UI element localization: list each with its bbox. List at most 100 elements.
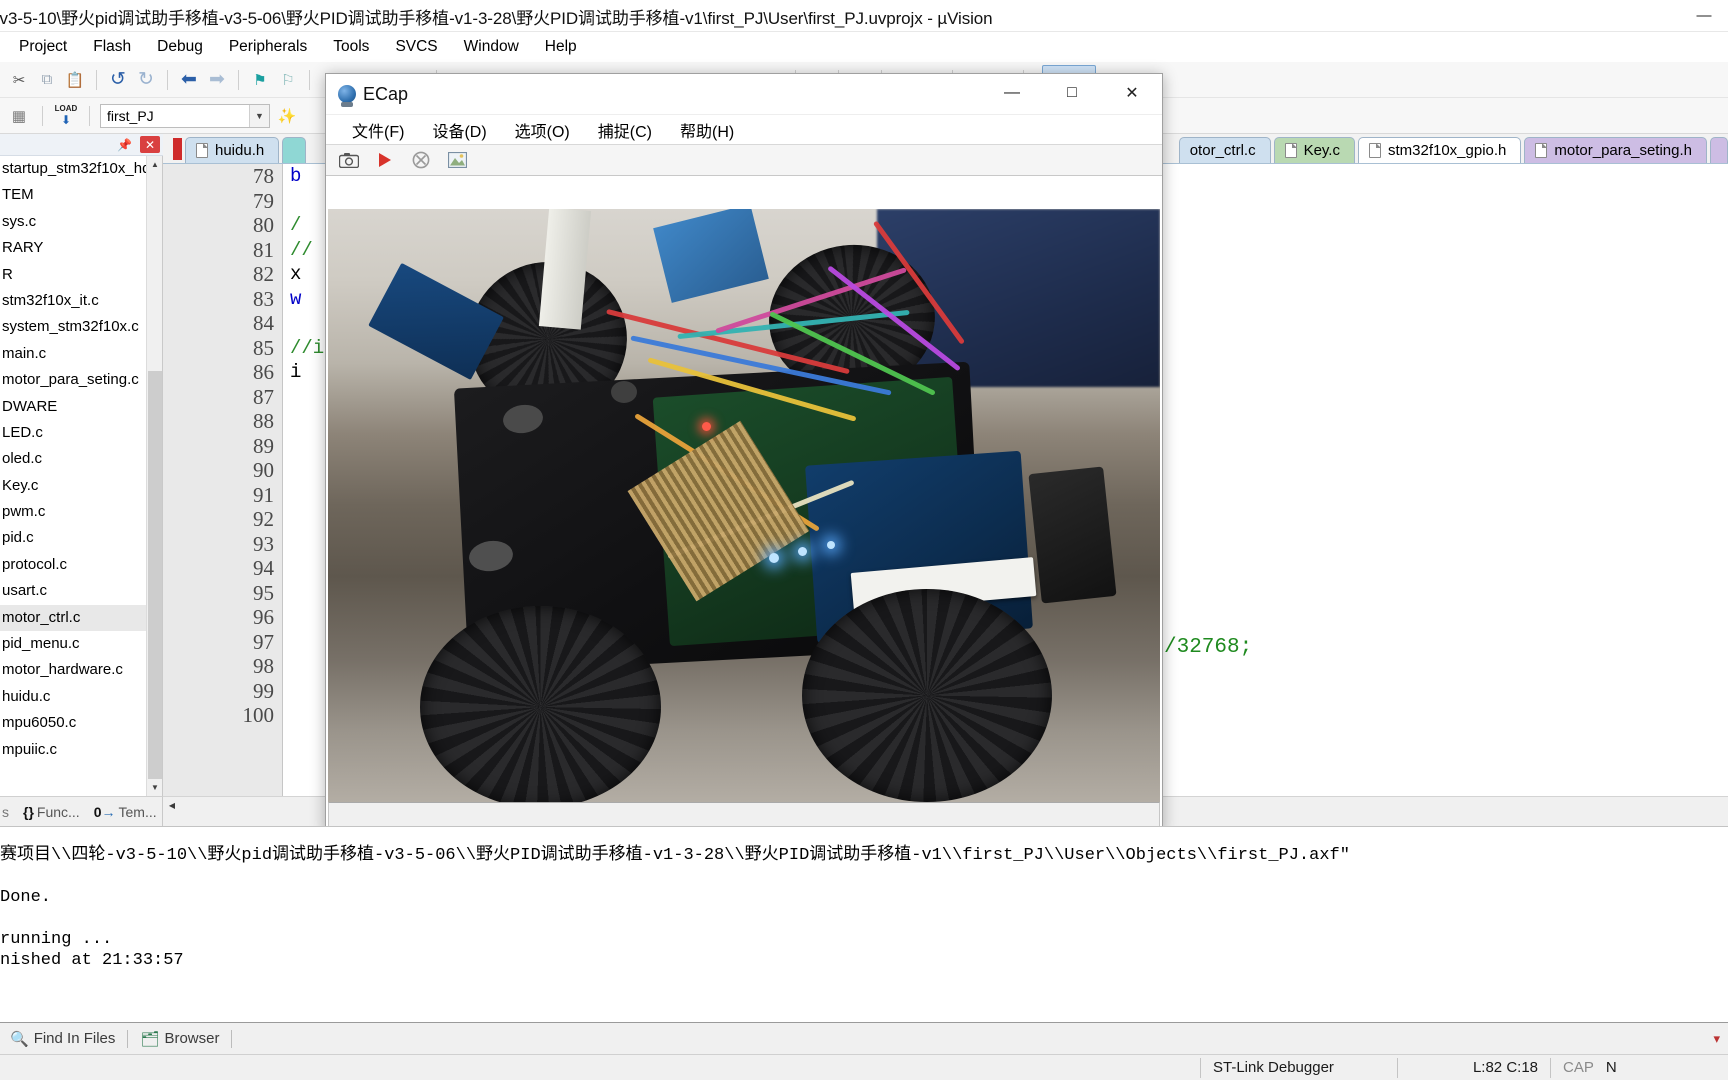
project-tree-item[interactable]: LED.c — [0, 420, 162, 446]
find-in-files-icon: 🔍 — [10, 1030, 29, 1048]
tab-stm32f10x-gpio-h[interactable]: stm32f10x_gpio.h — [1357, 137, 1522, 163]
project-tree-item[interactable]: motor_ctrl.c — [0, 604, 162, 632]
options-for-target-icon[interactable]: ✨ — [274, 103, 300, 129]
tab-motor-ctrl-c[interactable]: otor_ctrl.c — [1178, 137, 1271, 163]
line-number: 99 — [253, 678, 274, 703]
project-tree-item[interactable]: startup_stm32f10x_hd — [0, 156, 162, 182]
line-number: 90 — [253, 458, 274, 482]
tab-motor-para-seting-h[interactable]: motor_para_seting.h — [1524, 137, 1707, 163]
toolbar-separator — [42, 105, 43, 126]
tab-huidu-h[interactable]: huidu.h — [185, 137, 280, 163]
ecap-menu-help[interactable]: 帮助(H) — [666, 118, 748, 142]
scroll-left-arrow-icon[interactable]: ◀ — [163, 797, 181, 814]
project-tree-item[interactable]: usart.c — [0, 578, 162, 604]
menu-tools[interactable]: Tools — [320, 35, 382, 59]
navigate-back-icon[interactable]: ⬅ — [176, 67, 202, 93]
tab-browser[interactable]: 🗂 Browser — [134, 1030, 225, 1048]
build-target-icon[interactable]: ▦ — [6, 103, 32, 129]
redo-icon[interactable]: ↻ — [133, 67, 159, 93]
ecap-menu-capture[interactable]: 捕捉(C) — [584, 118, 666, 142]
ecap-title-label: ECap — [363, 83, 409, 104]
tab-key-c[interactable]: Key.c — [1273, 137, 1355, 163]
cut-icon[interactable]: ✂ — [6, 67, 32, 93]
project-tree-item[interactable]: stm32f10x_it.c — [0, 288, 162, 314]
line-number: 81 — [253, 237, 274, 262]
file-icon — [1368, 143, 1381, 158]
project-tree-item[interactable]: RARY — [0, 235, 162, 261]
snapshot-icon[interactable] — [338, 149, 360, 171]
build-output-pane[interactable]: 赛项目\\四轮-v3-5-10\\野火pid调试助手移植-v3-5-06\\野火… — [0, 826, 1728, 1022]
project-tree-item[interactable]: pid_menu.c — [0, 631, 162, 657]
project-tree-item[interactable]: Key.c — [0, 473, 162, 499]
ecap-window[interactable]: ECap — □ ✕ 文件(F) 设备(D) 选项(O) 捕捉(C) 帮助(H) — [325, 73, 1163, 833]
load-label: LOAD — [54, 104, 78, 113]
project-tree-item[interactable]: TEM — [0, 182, 162, 208]
project-tree-item[interactable]: oled.c — [0, 446, 162, 472]
bookmark-next-icon[interactable]: ⚐ — [275, 67, 301, 93]
project-tree-item[interactable]: R — [0, 262, 162, 288]
line-number: 95 — [253, 580, 274, 605]
stop-icon[interactable] — [410, 149, 432, 171]
project-tree-item[interactable]: mpu6050.c — [0, 710, 162, 736]
ecap-window-controls: — □ ✕ — [982, 74, 1162, 112]
undo-icon[interactable]: ↺ — [105, 67, 131, 93]
menu-flash[interactable]: Flash — [80, 35, 144, 59]
menu-window[interactable]: Window — [451, 35, 532, 59]
project-tree-item[interactable]: motor_hardware.c — [0, 657, 162, 683]
line-number: 87 — [253, 384, 274, 409]
menu-project[interactable]: Project — [6, 35, 80, 59]
file-icon — [1284, 143, 1297, 158]
minimize-button[interactable]: — — [1680, 0, 1728, 30]
bookmark-icon[interactable]: ⚑ — [247, 67, 273, 93]
load-icon[interactable]: LOAD ⬇ — [53, 103, 79, 129]
menu-debug[interactable]: Debug — [144, 35, 216, 59]
ecap-toolbar — [326, 144, 1162, 176]
project-tree-item[interactable]: huidu.c — [0, 684, 162, 710]
close-icon[interactable]: ✕ — [140, 136, 160, 153]
chevron-down-icon[interactable]: ▼ — [249, 104, 269, 127]
project-tree-item[interactable]: motor_para_seting.c — [0, 367, 162, 393]
ecap-maximize-button[interactable]: □ — [1042, 74, 1102, 112]
line-number: 94 — [253, 556, 274, 580]
ecap-menu-options[interactable]: 选项(O) — [501, 118, 584, 142]
ecap-close-button[interactable]: ✕ — [1102, 74, 1162, 112]
project-tree-list: startup_stm32f10x_hd TEM sys.c RARY Rstm32f1… — [0, 156, 162, 763]
scrollbar-thumb[interactable] — [148, 371, 162, 796]
tab-find-in-files[interactable]: 🔍 Find In Files — [4, 1030, 121, 1048]
tab-cyan-file[interactable] — [282, 137, 307, 163]
ecap-menu-file[interactable]: 文件(F) — [338, 118, 418, 142]
project-tree-item[interactable]: main.c — [0, 341, 162, 367]
play-icon[interactable] — [374, 149, 396, 171]
tab-templates[interactable]: 0→ Tem... — [94, 804, 157, 820]
project-tree-item[interactable]: system_stm32f10x.c — [0, 314, 162, 340]
project-tree-item[interactable]: pid.c — [0, 525, 162, 551]
tab-functions[interactable]: {} Func... — [23, 804, 80, 820]
output-scroll-down-icon[interactable]: ▾ — [1713, 1031, 1728, 1047]
menu-peripherals[interactable]: Peripherals — [216, 35, 320, 59]
copy-icon[interactable]: ⧉ — [34, 67, 60, 93]
ecap-menu-device[interactable]: 设备(D) — [418, 118, 500, 142]
paste-icon[interactable]: 📋 — [62, 67, 88, 93]
ecap-minimize-button[interactable]: — — [982, 74, 1042, 112]
line-number: 83 — [253, 286, 274, 311]
line-number: 78 — [253, 164, 274, 188]
scroll-down-arrow-icon[interactable]: ▼ — [147, 779, 162, 796]
project-tree-item[interactable]: DWARE — [0, 394, 162, 420]
menu-svcs[interactable]: SVCS — [382, 35, 450, 59]
build-output-line: nished at 21:33:57 — [0, 951, 184, 970]
menu-help[interactable]: Help — [532, 35, 590, 59]
project-tree-item[interactable]: sys.c — [0, 209, 162, 235]
project-tree-item[interactable]: protocol.c — [0, 552, 162, 578]
image-icon[interactable] — [446, 149, 468, 171]
project-tree-item[interactable]: mpuiic.c — [0, 737, 162, 763]
project-tree-scrollbar[interactable]: ▲ ▼ — [146, 156, 162, 796]
pin-icon[interactable]: 📌 — [117, 138, 140, 152]
divider — [127, 1029, 129, 1048]
project-tree[interactable]: startup_stm32f10x_hd TEM sys.c RARY Rstm32f1… — [0, 156, 163, 796]
scroll-up-arrow-icon[interactable]: ▲ — [147, 156, 162, 173]
ecap-camera-preview[interactable] — [328, 209, 1160, 802]
project-tree-item[interactable]: pwm.c — [0, 499, 162, 525]
project-target-select[interactable]: first_PJ ▼ — [100, 103, 270, 128]
navigate-forward-icon[interactable]: ➡ — [204, 67, 230, 93]
tab-overflow[interactable] — [1710, 137, 1728, 163]
